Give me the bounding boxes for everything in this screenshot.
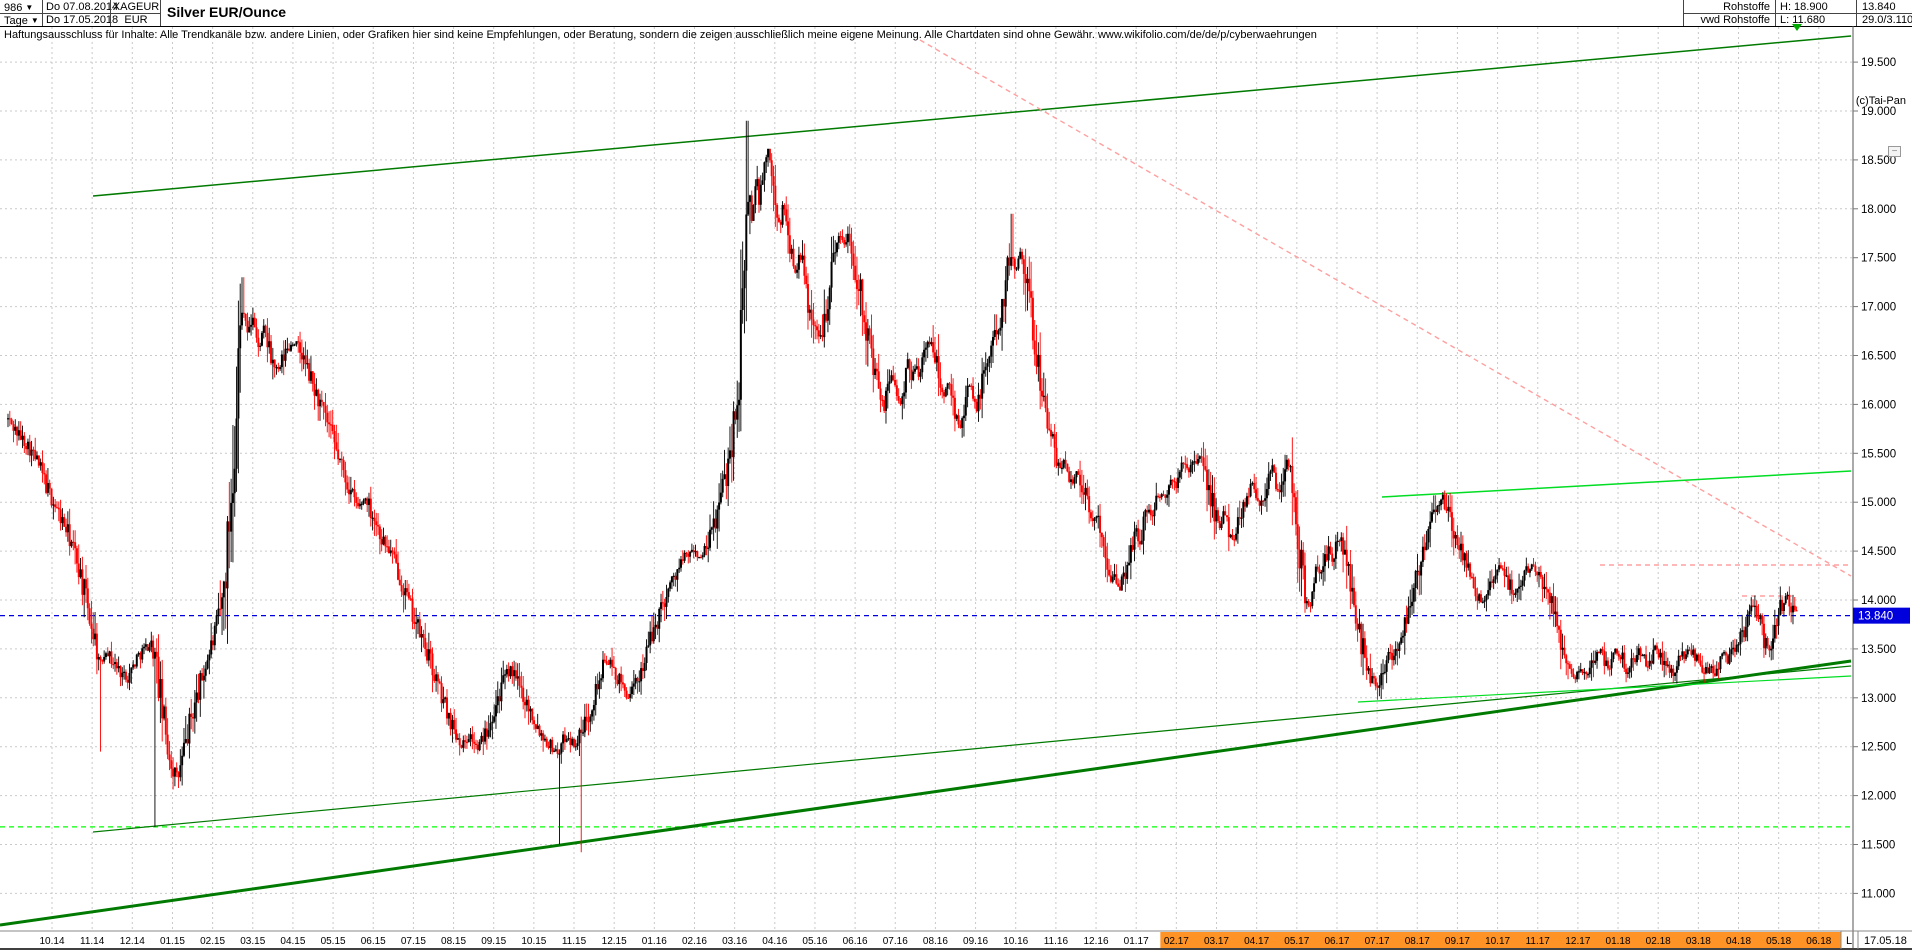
time-tick-label: 03.17 — [1204, 936, 1229, 947]
time-tick-label: 05.17 — [1284, 936, 1309, 947]
time-tick-label: 10.17 — [1485, 936, 1510, 947]
price-axis: 19.50019.00018.50018.00017.50017.00016.5… — [1852, 26, 1912, 948]
collapse-button[interactable]: − — [1888, 146, 1901, 157]
time-tick-label: 09.16 — [963, 936, 988, 947]
price-tick-label: 14.500 — [1861, 546, 1896, 558]
time-tick-label: 05.18 — [1766, 936, 1791, 947]
time-tick-label: 03.16 — [722, 936, 747, 947]
time-tick-label: 07.15 — [401, 936, 426, 947]
time-tick-label: 08.17 — [1405, 936, 1430, 947]
time-tick-label: 03.18 — [1686, 936, 1711, 947]
time-tick-label: 12.14 — [120, 936, 145, 947]
bottom-date-label: 17.05.18 — [1864, 935, 1907, 947]
time-tick-label: 10.16 — [1003, 936, 1028, 947]
time-tick-label: 12.15 — [602, 936, 627, 947]
trendline-light-green-lower[interactable] — [1357, 675, 1852, 703]
time-tick-label: 04.15 — [280, 936, 305, 947]
time-tick-label: 06.17 — [1324, 936, 1349, 947]
time-tick-label: 04.17 — [1244, 936, 1269, 947]
time-tick-label: 11.17 — [1526, 936, 1551, 947]
price-tick-label: 14.000 — [1861, 595, 1896, 607]
price-tick-label: 12.000 — [1861, 791, 1896, 803]
time-tick-label: 06.15 — [361, 936, 386, 947]
bottom-l-label: L — [1846, 935, 1852, 947]
time-tick-label: 10.14 — [39, 936, 64, 947]
time-tick-label: 03.15 — [240, 936, 265, 947]
time-tick-label: 08.15 — [441, 936, 466, 947]
green-triangle-marker — [1792, 24, 1802, 31]
trendline-upper-channel-green[interactable] — [92, 35, 1852, 197]
time-tick-label: 01.17 — [1124, 936, 1149, 947]
trendline-layer[interactable] — [0, 35, 1852, 927]
time-tick-label: 06.16 — [843, 936, 868, 947]
time-tick-label: 11.16 — [1044, 936, 1069, 947]
price-chart-canvas[interactable]: 19.50019.00018.50018.00017.50017.00016.5… — [0, 0, 1912, 952]
time-tick-label: 07.16 — [883, 936, 908, 947]
price-tick-label: 13.500 — [1861, 644, 1896, 656]
time-tick-label: 02.18 — [1646, 936, 1671, 947]
price-tick-label: 19.000 — [1861, 106, 1896, 118]
time-tick-label: 09.15 — [481, 936, 506, 947]
price-tick-label: 17.000 — [1861, 302, 1896, 314]
time-tick-label: 02.17 — [1164, 936, 1189, 947]
price-tick-label: 12.500 — [1861, 742, 1896, 754]
time-tick-label: 07.17 — [1365, 936, 1390, 947]
time-tick-label: 04.18 — [1726, 936, 1751, 947]
time-tick-label: 11.15 — [562, 936, 587, 947]
time-tick-label: 12.17 — [1565, 936, 1590, 947]
time-tick-label: 09.17 — [1445, 936, 1470, 947]
time-tick-label: 01.16 — [642, 936, 667, 947]
time-tick-label: 01.18 — [1606, 936, 1631, 947]
price-tick-label: 15.000 — [1861, 497, 1896, 509]
last-price-badge[interactable]: 13.840 — [1853, 607, 1910, 624]
time-tick-label: 04.16 — [762, 936, 787, 947]
trendline-light-green-upper[interactable] — [1381, 470, 1852, 498]
price-tick-label: 15.500 — [1861, 448, 1896, 460]
time-axis: 10.14 11.14 12.14 01.15 02.15 03.15 04.15 05.15… — [0, 930, 1912, 950]
time-tick-label: 05.15 — [321, 936, 346, 947]
disclaimer-text: Haftungsausschluss für Inhalte: Alle Tre… — [4, 29, 1317, 41]
price-tick-label: 11.000 — [1861, 888, 1895, 900]
time-tick-label: 05.16 — [802, 936, 827, 947]
last-price-badge-text: 13.840 — [1858, 611, 1893, 623]
price-tick-label: 16.000 — [1861, 399, 1896, 411]
price-tick-label: 13.000 — [1861, 693, 1896, 705]
time-tick-label: 08.16 — [923, 936, 948, 947]
time-tick-label: 06.18 — [1806, 936, 1831, 947]
trendline-falling-resistance-pink[interactable] — [919, 39, 1852, 577]
price-tick-label: 18.000 — [1861, 204, 1896, 216]
price-tick-label: 16.500 — [1861, 351, 1896, 363]
trendline-lower-channel-green-thin[interactable] — [92, 665, 1852, 833]
price-tick-label: 19.500 — [1861, 57, 1896, 69]
trendline-support-green-thick[interactable] — [0, 659, 1852, 927]
time-tick-label: 11.14 — [80, 936, 105, 947]
grid-layer — [0, 27, 1853, 930]
candlestick-layer — [7, 120, 1798, 853]
time-tick-label: 01.15 — [160, 936, 185, 947]
time-tick-label: 10.15 — [521, 936, 546, 947]
taipan-watermark: (c)Tai-Pan — [1855, 95, 1906, 107]
time-tick-label: 12.16 — [1084, 936, 1109, 947]
time-tick-label: 02.16 — [682, 936, 707, 947]
taipan-chart-window: 986 ▼ Tage ▼ Do 07.08.2014 Do 17.05.2018 X… — [0, 0, 1912, 952]
price-tick-label: 17.500 — [1861, 253, 1896, 265]
price-tick-label: 11.500 — [1861, 840, 1895, 852]
time-tick-label: 02.15 — [200, 936, 225, 947]
